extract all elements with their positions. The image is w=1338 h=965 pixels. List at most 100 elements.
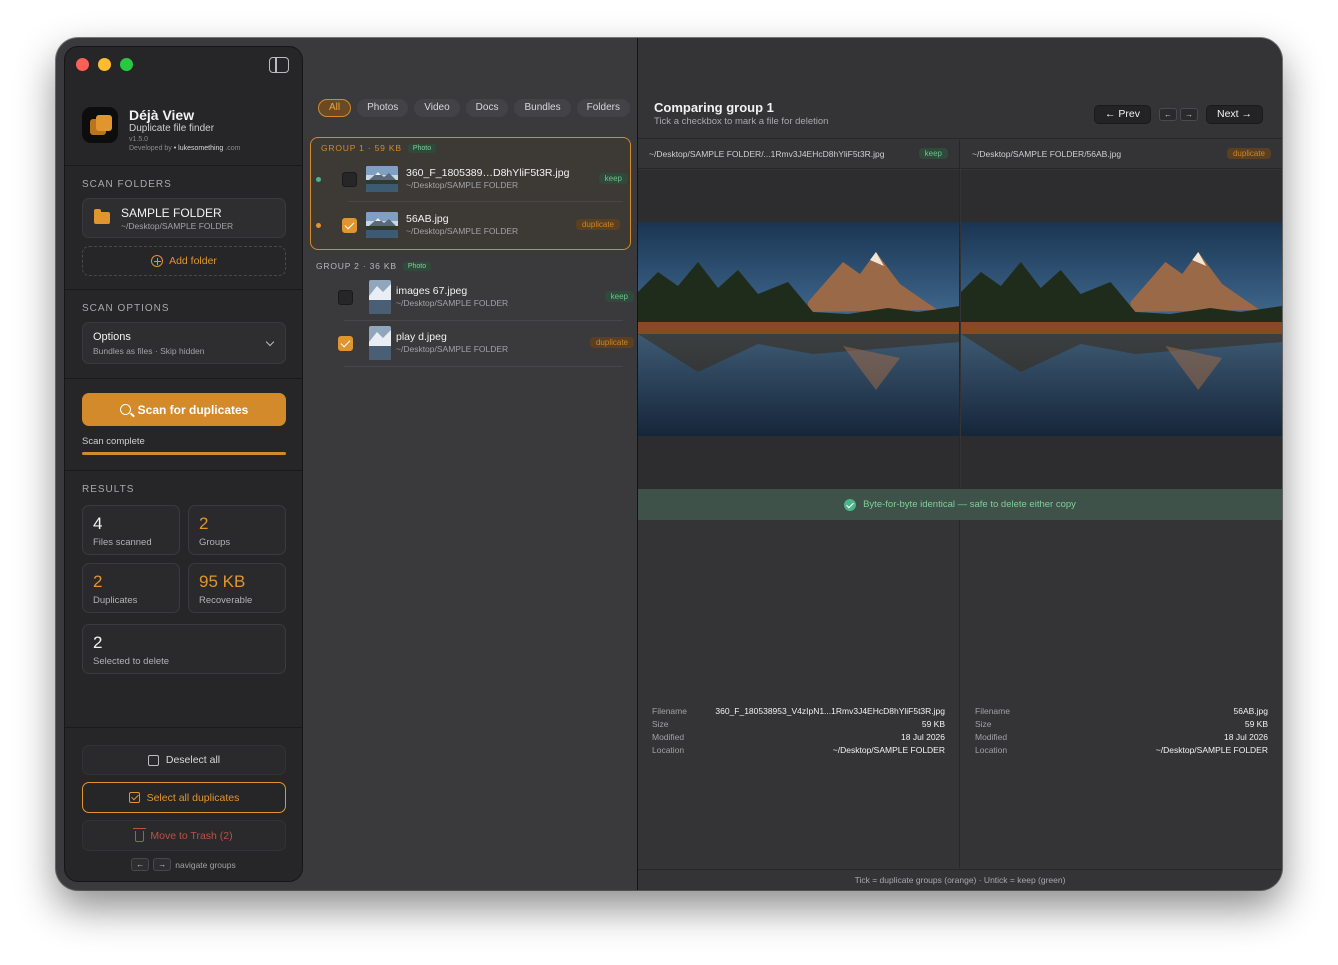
file-checkbox-checked[interactable] [342, 218, 357, 233]
navigate-groups-hint: ← → navigate groups [65, 858, 302, 871]
meta-location: ~/Desktop/SAMPLE FOLDER [832, 744, 945, 755]
options-dropdown[interactable]: Options Bundles as files · Skip hidden [82, 322, 286, 364]
stat-label: Selected to delete [93, 656, 170, 667]
file-row[interactable]: 56AB.jpg ~/Desktop/SAMPLE FOLDER duplica… [316, 205, 628, 247]
folder-name: SAMPLE FOLDER [121, 206, 222, 220]
identical-message: Byte-for-byte identical — safe to delete… [863, 499, 1076, 510]
filter-bundles[interactable]: Bundles [514, 99, 571, 117]
divider [65, 378, 302, 379]
meta-filename: 360_F_180538953_V4zIpN1...1Rmv3J4EHcD8hY… [715, 705, 945, 716]
move-to-trash-button[interactable]: Move to Trash (2) [82, 820, 286, 851]
comparison-header: Comparing group 1 Tick a checkbox to mar… [638, 90, 1282, 139]
scan-status: Scan complete [82, 436, 145, 447]
app-window: Déjà View Duplicate file finder v1.5.0 D… [56, 38, 1282, 890]
chevron-down-icon [265, 337, 275, 347]
move-to-trash-label: Move to Trash (2) [150, 829, 233, 842]
file-row[interactable]: play d.jpeg ~/Desktop/SAMPLE FOLDER dupl… [316, 323, 634, 365]
file-metadata: Filename 56AB.jpg Size 59 KB Modified 18 Ju… [975, 704, 1268, 756]
minimize-window-button[interactable] [98, 58, 111, 71]
duplicate-indicator [316, 223, 321, 228]
file-name: 360_F_1805389…D8hYliF5t3R.jpg [406, 167, 570, 179]
meta-location: ~/Desktop/SAMPLE FOLDER [1155, 744, 1268, 755]
close-window-button[interactable] [76, 58, 89, 71]
app-name: Déjà View [129, 107, 195, 123]
duplicate-badge: duplicate [575, 219, 620, 230]
keep-badge: keep [604, 291, 634, 302]
file-checkbox[interactable] [342, 172, 357, 187]
scan-button-label: Scan for duplicates [137, 402, 249, 417]
file-checkbox-checked[interactable] [338, 336, 353, 351]
app-logo-icon [82, 107, 118, 143]
scan-options-title: SCAN OPTIONS [82, 303, 170, 314]
stat-label: Files scanned [93, 537, 152, 548]
pane-header: ~/Desktop/SAMPLE FOLDER/...1Rmv3J4EHcD8h… [638, 140, 959, 169]
scan-folders-title: SCAN FOLDERS [82, 179, 172, 190]
group-1-header: GROUP 1 · 59 KB Photo [321, 143, 437, 153]
developed-by-label: Developed by [129, 145, 172, 152]
pane-header: ~/Desktop/SAMPLE FOLDER/56AB.jpg duplica… [961, 140, 1282, 169]
scan-for-duplicates-button[interactable]: Scan for duplicates [82, 393, 286, 426]
developer-domain: .com [225, 145, 241, 152]
filter-all[interactable]: All [318, 99, 352, 117]
search-icon [119, 404, 131, 415]
file-path: ~/Desktop/SAMPLE FOLDER [396, 344, 509, 354]
stat-files-scanned: 4 Files scanned [82, 505, 180, 555]
file-checkbox[interactable] [338, 290, 353, 305]
app-brand: Déjà View Duplicate file finder v1.5.0 D… [82, 107, 240, 154]
window-controls [76, 58, 133, 71]
right-arrow-key: → [153, 858, 172, 871]
scan-progress-bar [82, 452, 286, 455]
divider [65, 165, 302, 166]
filter-photos[interactable]: Photos [357, 99, 409, 117]
group-header-label: GROUP 2 · 36 KB [316, 261, 397, 271]
image-letterbox [638, 436, 959, 489]
meta-modified: 18 Jul 2026 [901, 731, 945, 742]
row-divider [348, 201, 623, 202]
left-arrow-key: ← [131, 858, 150, 871]
comparison-subtitle: Tick a checkbox to mark a file for delet… [654, 116, 829, 127]
meta-key: Location [975, 744, 1008, 755]
divider [65, 727, 302, 728]
meta-filename: 56AB.jpg [1233, 705, 1269, 716]
meta-key: Modified [975, 731, 1008, 742]
filter-chips: All Photos Video Docs Bundles Folders [318, 99, 630, 117]
file-name: play d.jpeg [396, 331, 447, 343]
developer-link[interactable]: • lukesomething [174, 145, 224, 152]
filter-docs[interactable]: Docs [465, 99, 509, 117]
sidebar-toggle-icon[interactable] [269, 57, 289, 73]
options-summary: Bundles as files · Skip hidden [93, 346, 205, 356]
zoom-window-button[interactable] [120, 58, 133, 71]
deselect-all-button[interactable]: Deselect all [82, 745, 286, 775]
plus-circle-icon [151, 255, 164, 267]
file-path: ~/Desktop/SAMPLE FOLDER [406, 180, 519, 190]
navigate-groups-label: navigate groups [175, 859, 236, 870]
prev-group-button[interactable]: ← Prev [1094, 105, 1152, 124]
folder-card[interactable]: SAMPLE FOLDER ~/Desktop/SAMPLE FOLDER [82, 198, 286, 238]
file-metadata: Filename 360_F_180538953_V4zIpN1...1Rmv3J… [652, 704, 945, 756]
file-full-path: ~/Desktop/SAMPLE FOLDER/...1Rmv3J4EHcD8h… [649, 149, 885, 159]
meta-key: Location [652, 744, 685, 755]
meta-size: 59 KB [1244, 718, 1268, 729]
filter-video[interactable]: Video [414, 99, 460, 117]
row-divider [344, 320, 623, 321]
photo-tag: Photo [402, 261, 432, 271]
file-row[interactable]: images 67.jpeg ~/Desktop/SAMPLE FOLDER k… [316, 277, 634, 319]
group-header-label: GROUP 1 · 59 KB [321, 143, 402, 153]
right-arrow-key: → [1180, 108, 1198, 121]
file-name: images 67.jpeg [396, 285, 468, 297]
identical-banner: Byte-for-byte identical — safe to delete… [638, 489, 1282, 520]
photo-tag: Photo [407, 143, 437, 153]
file-thumbnail [369, 326, 391, 360]
filter-folders[interactable]: Folders [576, 99, 630, 117]
next-group-button[interactable]: Next → [1206, 105, 1264, 124]
meta-key: Modified [652, 731, 685, 742]
duplicate-list-pane: All Photos Video Docs Bundles Folders GR… [304, 38, 637, 890]
results-title: RESULTS [82, 484, 135, 495]
image-letterbox [961, 436, 1282, 489]
add-folder-button[interactable]: Add folder [82, 246, 286, 276]
select-all-duplicates-button[interactable]: Select all duplicates [82, 782, 286, 813]
file-row[interactable]: 360_F_1805389…D8hYliF5t3R.jpg ~/Desktop/… [316, 159, 628, 201]
scan-progress-fill [82, 452, 286, 455]
stat-value: 95 KB [199, 572, 246, 591]
divider [65, 289, 302, 290]
